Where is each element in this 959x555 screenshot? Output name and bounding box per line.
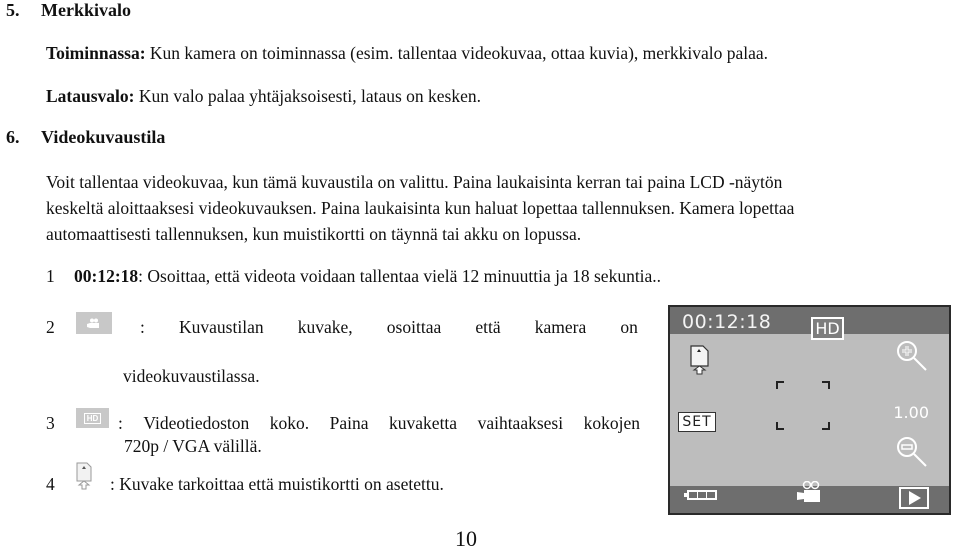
word: vaihtaaksesi — [477, 413, 564, 433]
status-light-charging: Latausvalo: Kun valo palaa yhtäjaksoises… — [46, 86, 481, 107]
zoom-level-readout: 1.00 — [893, 403, 929, 422]
paragraph-line: keskeltä aloittaaksesi videokuvauksen. P… — [46, 198, 795, 218]
list-item-2-number: 2 — [46, 317, 55, 337]
section-6-number: 6. — [6, 127, 20, 147]
page-number: 10 — [455, 526, 477, 551]
paragraph-line: automaattisesti tallennuksen, kun muisti… — [46, 224, 582, 244]
camera-lcd-screen: 00:12:18 HD 1.00 SET — [668, 305, 951, 515]
playback-icon — [909, 491, 921, 505]
memory-card-icon — [690, 345, 710, 380]
word: : — [118, 413, 123, 433]
word: Videotiedoston — [143, 413, 250, 433]
focus-bracket-bottom-left — [776, 422, 784, 430]
word: Paina — [329, 413, 369, 433]
playback-button[interactable] — [899, 487, 929, 509]
focus-bracket-top-left — [776, 381, 784, 389]
list-item-1: 00:12:18: Osoittaa, että videota voidaan… — [74, 266, 661, 287]
section-5-title: Merkkivalo — [41, 0, 131, 20]
time-remaining-display: 00:12:18 — [682, 311, 772, 333]
list-item-4-number: 4 — [46, 474, 55, 494]
battery-icon — [684, 486, 718, 506]
zoom-in-icon[interactable] — [895, 339, 929, 378]
section-6-paragraph: Voit tallentaa videokuvaa, kun tämä kuva… — [46, 169, 794, 247]
section-6-title: Videokuvaustila — [41, 127, 166, 147]
paragraph-line: Voit tallentaa videokuvaa, kun tämä kuva… — [46, 172, 783, 192]
word: kuvake, — [297, 317, 353, 337]
time-remaining-value: 00:12:18 — [74, 266, 139, 286]
memory-card-icon — [76, 462, 92, 495]
word: osoittaa — [386, 317, 442, 337]
focus-bracket-top-right — [822, 381, 830, 389]
list-item-3-number: 3 — [46, 413, 55, 433]
list-item-2-line-2: videokuvaustilassa. — [123, 366, 260, 386]
list-item-3-line-1: : Videotiedoston koko. Paina kuvaketta v… — [118, 413, 640, 434]
word: että — [475, 317, 501, 337]
section-5-number: 5. — [6, 0, 20, 20]
list-item-3-line-2: 720p / VGA välillä. — [124, 436, 262, 456]
zoom-out-icon[interactable] — [895, 435, 929, 474]
word: kamera — [534, 317, 587, 337]
video-mode-icon — [76, 312, 112, 334]
hd-icon: HD — [76, 408, 109, 428]
status-light-operating: Toiminnassa: Kun kamera on toiminnassa (… — [46, 43, 768, 64]
list-item-1-number: 1 — [46, 266, 55, 286]
word: kokojen — [583, 413, 640, 433]
item-label: Toiminnassa: — [46, 43, 146, 63]
word: kuvaketta — [389, 413, 458, 433]
focus-bracket-bottom-right — [822, 422, 830, 430]
item-label: Latausvalo: — [46, 86, 135, 106]
video-camera-icon — [796, 480, 822, 508]
resolution-hd-button[interactable]: HD — [811, 317, 844, 340]
list-item-2-line-1: : Kuvaustilan kuvake, osoittaa että kame… — [140, 317, 638, 338]
list-item-text: : Osoittaa, että videota voidaan tallent… — [138, 266, 662, 286]
item-text: Kun valo palaa yhtäjaksoisesti, lataus o… — [134, 86, 481, 106]
word: : — [140, 317, 145, 337]
word: koko. — [269, 413, 310, 433]
hd-icon-label: HD — [83, 412, 102, 424]
set-button[interactable]: SET — [678, 412, 716, 432]
list-item-4-text: : Kuvake tarkoittaa että muistikortti on… — [110, 474, 444, 494]
word: Kuvaustilan — [179, 317, 264, 337]
word: on — [620, 317, 638, 337]
item-text: Kun kamera on toiminnassa (esim. tallent… — [145, 43, 769, 63]
